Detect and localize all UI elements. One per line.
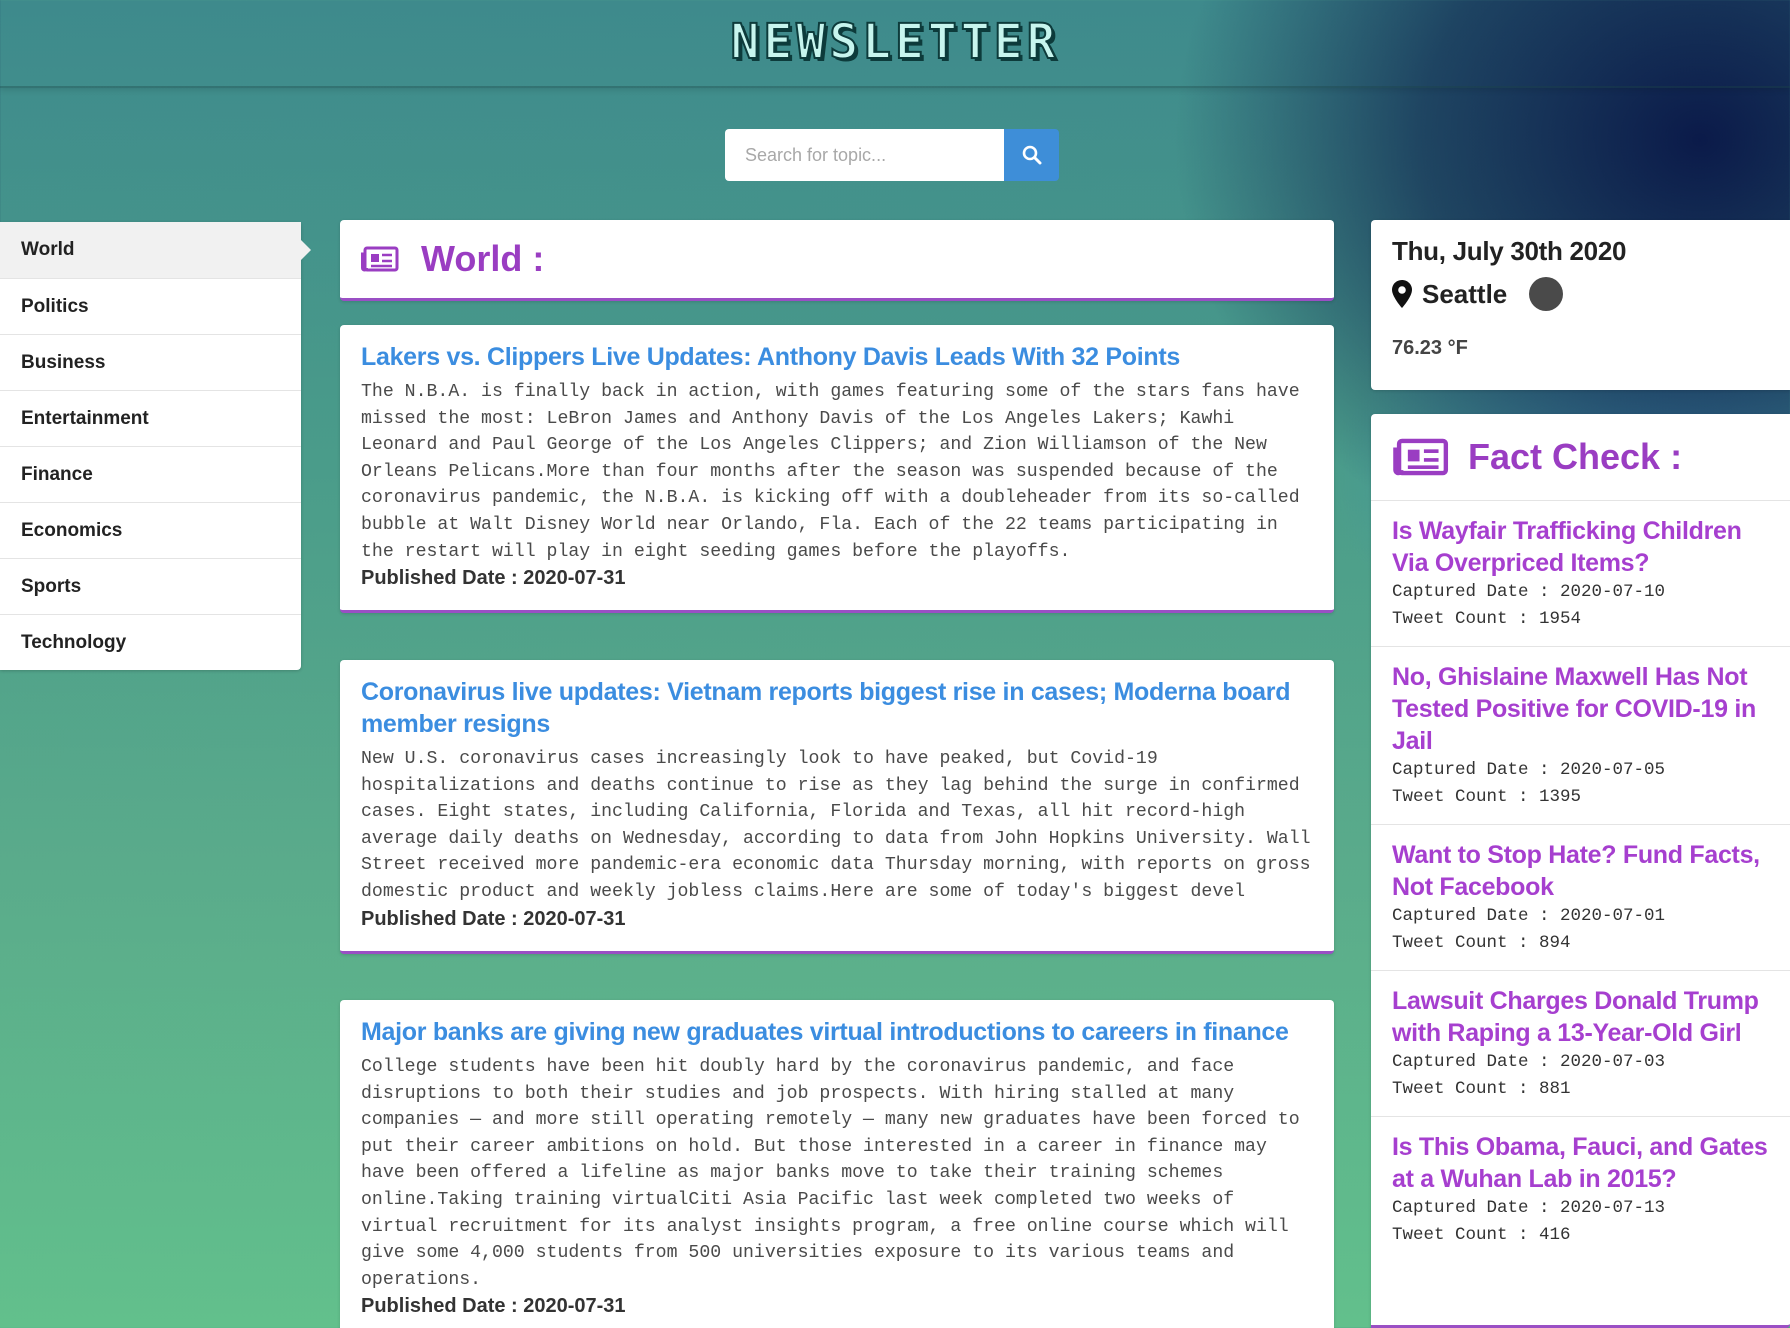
sidebar-item-economics[interactable]: Economics [0,502,301,558]
captured-date: Captured Date : 2020-07-03 [1392,1052,1666,1072]
search-input[interactable] [725,129,1004,181]
fact-check-item: No, Ghislaine Maxwell Has Not Tested Pos… [1371,647,1790,825]
sidebar-item-entertainment[interactable]: Entertainment [0,390,301,446]
weather-location: Seattle [1392,277,1769,311]
weather-city: Seattle [1422,278,1508,309]
newspaper-icon [361,246,399,272]
fact-check-link[interactable]: No, Ghislaine Maxwell Has Not Tested Pos… [1392,661,1769,757]
tweet-count: Tweet Count : 881 [1392,1078,1571,1099]
fact-check-item: Want to Stop Hate? Fund Facts, Not Faceb… [1371,825,1790,971]
map-marker-icon [1392,280,1412,308]
captured-date: Captured Date : 2020-07-01 [1392,906,1666,926]
news-description: The N.B.A. is finally back in action, wi… [361,382,1300,562]
search-button[interactable] [1004,129,1059,181]
section-header: World : [340,220,1334,301]
sidebar-item-technology[interactable]: Technology [0,614,301,670]
site-logo[interactable]: NEWSLETTER [0,13,1790,71]
site-header: NEWSLETTER [0,0,1790,88]
news-title-link[interactable]: Coronavirus live updates: Vietnam report… [361,676,1313,740]
news-card: Coronavirus live updates: Vietnam report… [340,660,1334,954]
sidebar-item-sports[interactable]: Sports [0,558,301,614]
fact-check-panel: Fact Check : Is Wayfair Trafficking Chil… [1371,414,1790,1328]
sidebar-item-world[interactable]: World [0,222,311,278]
news-published-date: Published Date : 2020-07-31 [361,567,626,590]
news-title-link[interactable]: Lakers vs. Clippers Live Updates: Anthon… [361,341,1313,373]
news-description: College students have been hit doubly ha… [361,1057,1300,1290]
section-title: World : [421,238,545,279]
news-card: Lakers vs. Clippers Live Updates: Anthon… [340,325,1334,614]
fact-check-link[interactable]: Is This Obama, Fauci, and Gates at a Wuh… [1392,1131,1769,1195]
sidebar-item-finance[interactable]: Finance [0,446,301,502]
sidebar-item-politics[interactable]: Politics [0,278,301,334]
tweet-count: Tweet Count : 894 [1392,932,1571,953]
tweet-count: Tweet Count : 1954 [1392,608,1582,629]
captured-date: Captured Date : 2020-07-05 [1392,760,1666,780]
newspaper-icon [1393,438,1449,476]
fact-check-item: Is This Obama, Fauci, and Gates at a Wuh… [1371,1117,1790,1262]
category-sidebar: World Politics Business Entertainment Fi… [0,222,311,670]
fact-check-link[interactable]: Want to Stop Hate? Fund Facts, Not Faceb… [1392,839,1769,903]
sidebar-item-business[interactable]: Business [0,334,301,390]
weather-date: Thu, July 30th 2020 [1392,236,1627,266]
captured-date: Captured Date : 2020-07-13 [1392,1198,1666,1218]
tweet-count: Tweet Count : 416 [1392,1224,1571,1245]
news-description: New U.S. coronavirus cases increasingly … [361,749,1311,902]
news-published-date: Published Date : 2020-07-31 [361,907,626,930]
fact-check-title: Fact Check : [1468,436,1683,477]
tweet-count: Tweet Count : 1395 [1392,786,1582,807]
fact-check-header: Fact Check : [1371,414,1790,501]
fact-check-item: Is Wayfair Trafficking Children Via Over… [1371,501,1790,647]
fact-check-link[interactable]: Is Wayfair Trafficking Children Via Over… [1392,515,1769,579]
news-published-date: Published Date : 2020-07-31 [361,1295,626,1318]
weather-icon [1529,277,1564,311]
fact-check-item: Lawsuit Charges Donald Trump with Raping… [1371,971,1790,1117]
captured-date: Captured Date : 2020-07-10 [1392,582,1666,602]
search-icon [1022,145,1041,165]
search-bar [725,129,1059,181]
news-title-link[interactable]: Major banks are giving new graduates vir… [361,1016,1313,1048]
fact-check-link[interactable]: Lawsuit Charges Donald Trump with Raping… [1392,985,1769,1049]
news-card: Major banks are giving new graduates vir… [340,1000,1334,1328]
weather-widget: Thu, July 30th 2020 Seattle 76.23 °F [1371,220,1790,390]
weather-temperature: 76.23 °F [1392,337,1468,359]
